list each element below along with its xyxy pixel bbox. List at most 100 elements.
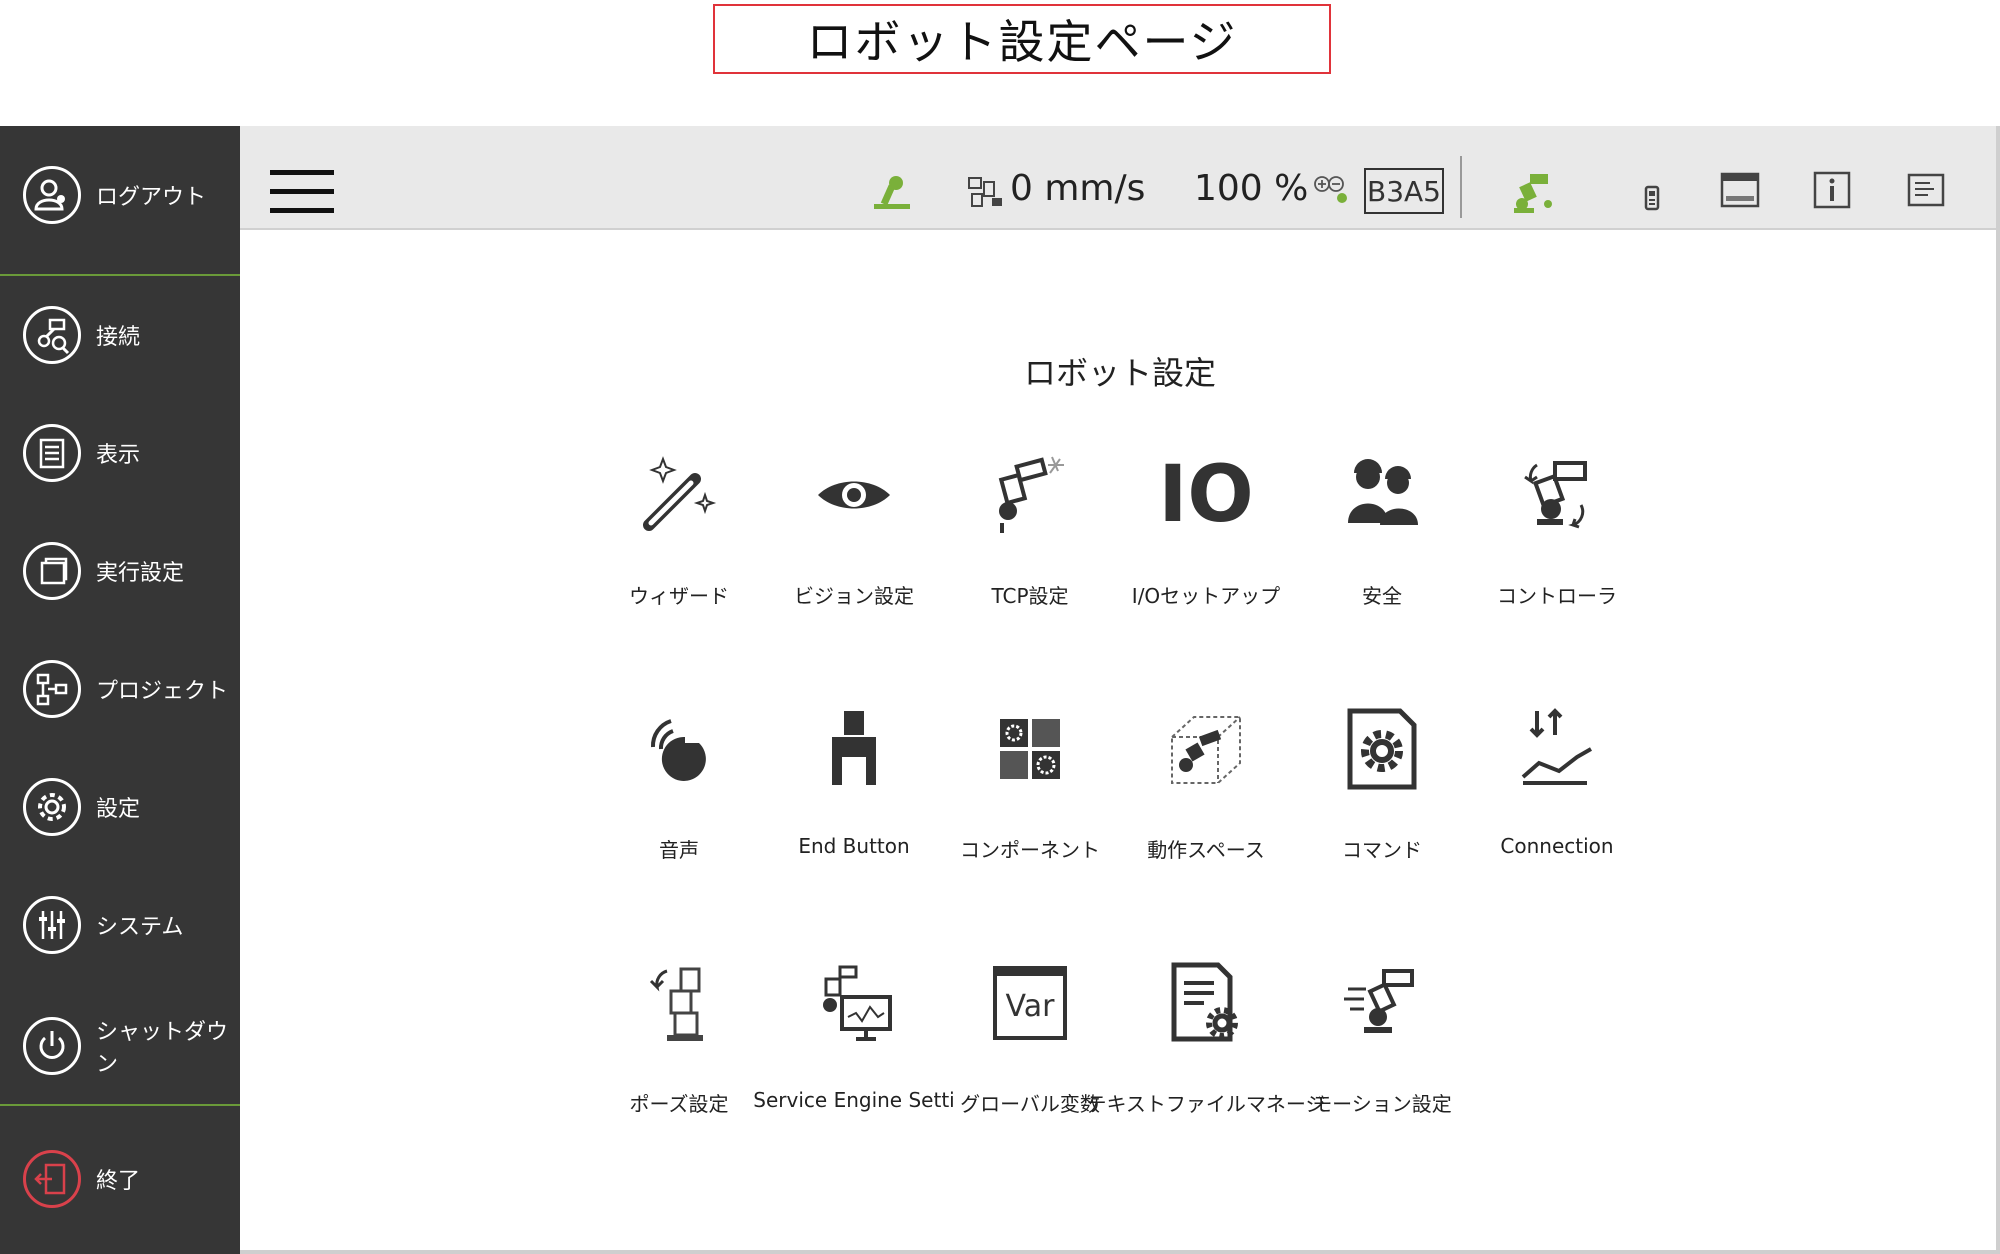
sidebar-item-label: システム	[96, 915, 184, 940]
tile-label: ウィザード	[629, 584, 729, 608]
connection-chart-icon	[1512, 704, 1602, 794]
text-file-manager-icon	[1161, 958, 1251, 1048]
tile-label: End Button	[798, 834, 910, 858]
exit-icon	[23, 1150, 81, 1208]
sidebar-item-system[interactable]: システム	[0, 896, 240, 954]
tile-label: Connection	[1500, 834, 1614, 858]
global-variable-icon: Var	[985, 958, 1075, 1048]
service-engine-icon	[809, 958, 899, 1048]
page-title: ロボット設定ページ	[806, 15, 1238, 69]
tile-connection[interactable]: Connection	[1469, 704, 1645, 894]
speed-percent: 100 %	[1194, 168, 1309, 209]
command-file-gear-icon	[1337, 704, 1427, 794]
bottom-border	[240, 1250, 2000, 1254]
device-id-badge: B3A5	[1364, 168, 1444, 214]
tile-component[interactable]: コンポーネント	[942, 704, 1118, 894]
tile-voice[interactable]: 音声	[591, 704, 767, 894]
sidebar-item-label: ログアウト	[96, 185, 207, 210]
display-list-icon	[23, 424, 81, 482]
sidebar-item-exit[interactable]: 終了	[0, 1150, 240, 1208]
tile-controller[interactable]: コントローラ	[1469, 450, 1645, 640]
tile-command[interactable]: コマンド	[1294, 704, 1470, 894]
sidebar-divider	[0, 274, 240, 276]
logout-user-icon	[23, 166, 81, 224]
sidebar-divider	[0, 1104, 240, 1106]
tile-service-engine[interactable]: Service Engine Setti	[753, 958, 955, 1148]
tile-label: コンポーネント	[960, 838, 1100, 862]
tile-label: 動作スペース	[1147, 838, 1265, 862]
io-icon: IO	[1158, 450, 1254, 540]
tile-label: コマンド	[1342, 838, 1422, 862]
tile-pose-settings[interactable]: ポーズ設定	[591, 958, 767, 1148]
var-icon-text: Var	[1005, 988, 1055, 1024]
sidebar-item-label: 終了	[96, 1169, 141, 1194]
sidebar: ログアウト 接続 表示 実行設定 プロジェクト 設定 システム シャットダウン …	[0, 126, 240, 1254]
safety-workers-icon	[1337, 450, 1427, 540]
speed-adjust-icon[interactable]	[1312, 172, 1352, 208]
tile-label: 音声	[659, 838, 699, 862]
tile-label: グローバル変数	[960, 1092, 1100, 1116]
sidebar-item-display[interactable]: 表示	[0, 424, 240, 482]
tile-text-file-manager[interactable]: テキストファイルマネージ	[1087, 958, 1326, 1148]
io-icon-text: IO	[1158, 450, 1254, 540]
tile-label: I/Oセットアップ	[1131, 584, 1281, 608]
tile-io-setup[interactable]: IO I/Oセットアップ	[1118, 450, 1294, 640]
toolbar-divider	[1460, 156, 1462, 218]
motion-settings-icon	[1337, 958, 1427, 1048]
speed-readout: 0 mm/s	[1010, 168, 1146, 209]
tile-label: TCP設定	[991, 584, 1069, 608]
sidebar-item-label: 表示	[96, 443, 141, 468]
sliders-icon	[23, 896, 81, 954]
section-title: ロボット設定	[1023, 354, 1216, 392]
pose-robot-icon	[634, 958, 724, 1048]
robot-app: ログアウト 接続 表示 実行設定 プロジェクト 設定 システム シャットダウン …	[0, 126, 2000, 1254]
tile-label: ポーズ設定	[629, 1092, 729, 1116]
component-icon	[985, 704, 1075, 794]
tile-global-variable[interactable]: Var グローバル変数	[942, 958, 1118, 1148]
sidebar-item-connection[interactable]: 接続	[0, 306, 240, 364]
run-settings-icon	[23, 542, 81, 600]
tile-tcp-settings[interactable]: TCP設定	[942, 450, 1118, 640]
sidebar-item-label: 設定	[96, 797, 141, 822]
project-flow-icon	[23, 660, 81, 718]
robot-status-icon[interactable]	[870, 170, 914, 214]
tile-safety[interactable]: 安全	[1294, 450, 1470, 640]
sidebar-item-settings[interactable]: 設定	[0, 778, 240, 836]
tile-label: ビジョン設定	[794, 584, 914, 608]
tile-workspace[interactable]: 動作スペース	[1118, 704, 1294, 894]
main-content: ロボット設定 ウィザード ビジョン設定 TCP設定 IO I/Oセットアップ 安…	[240, 232, 2000, 1254]
vision-eye-icon	[809, 450, 899, 540]
voice-icon	[634, 704, 724, 794]
sidebar-item-label: 実行設定	[96, 561, 185, 586]
tile-end-button[interactable]: End Button	[766, 704, 942, 894]
top-bar: 0 mm/s 100 % B3A5	[240, 126, 2000, 230]
workspace-cube-icon	[1161, 704, 1251, 794]
log-document-icon[interactable]	[1904, 168, 1948, 212]
sidebar-item-label: プロジェクト	[96, 679, 229, 704]
robot-connection-status-icon[interactable]	[1510, 166, 1560, 216]
tile-motion-settings[interactable]: モーション設定	[1294, 958, 1470, 1148]
sidebar-item-logout[interactable]: ログアウト	[0, 166, 240, 224]
teach-pendant-icon[interactable]	[1630, 168, 1674, 218]
tile-vision-settings[interactable]: ビジョン設定	[766, 450, 942, 640]
speed-robot-icon	[966, 170, 1006, 214]
sidebar-item-run-settings[interactable]: 実行設定	[0, 542, 240, 600]
info-icon[interactable]	[1810, 168, 1854, 212]
sidebar-item-shutdown[interactable]: シャットダウン	[0, 1014, 240, 1078]
tcp-tool-icon	[985, 450, 1075, 540]
sidebar-item-project[interactable]: プロジェクト	[0, 660, 240, 718]
tile-label: コントローラ	[1497, 584, 1617, 608]
tile-label: Service Engine Setti	[753, 1088, 955, 1112]
hamburger-menu-icon[interactable]	[270, 170, 334, 214]
tile-label: テキストファイルマネージ	[1086, 1092, 1326, 1116]
controller-robot-icon	[1512, 450, 1602, 540]
power-icon	[23, 1017, 81, 1075]
end-button-gripper-icon	[809, 704, 899, 794]
sidebar-item-label: シャットダウン	[96, 1020, 229, 1077]
wizard-wand-icon	[634, 450, 724, 540]
tile-wizard[interactable]: ウィザード	[591, 450, 767, 640]
tile-label: 安全	[1362, 584, 1402, 608]
sidebar-item-label: 接続	[96, 325, 141, 350]
window-panel-icon[interactable]	[1718, 168, 1762, 212]
tile-label: モーション設定	[1312, 1092, 1452, 1116]
